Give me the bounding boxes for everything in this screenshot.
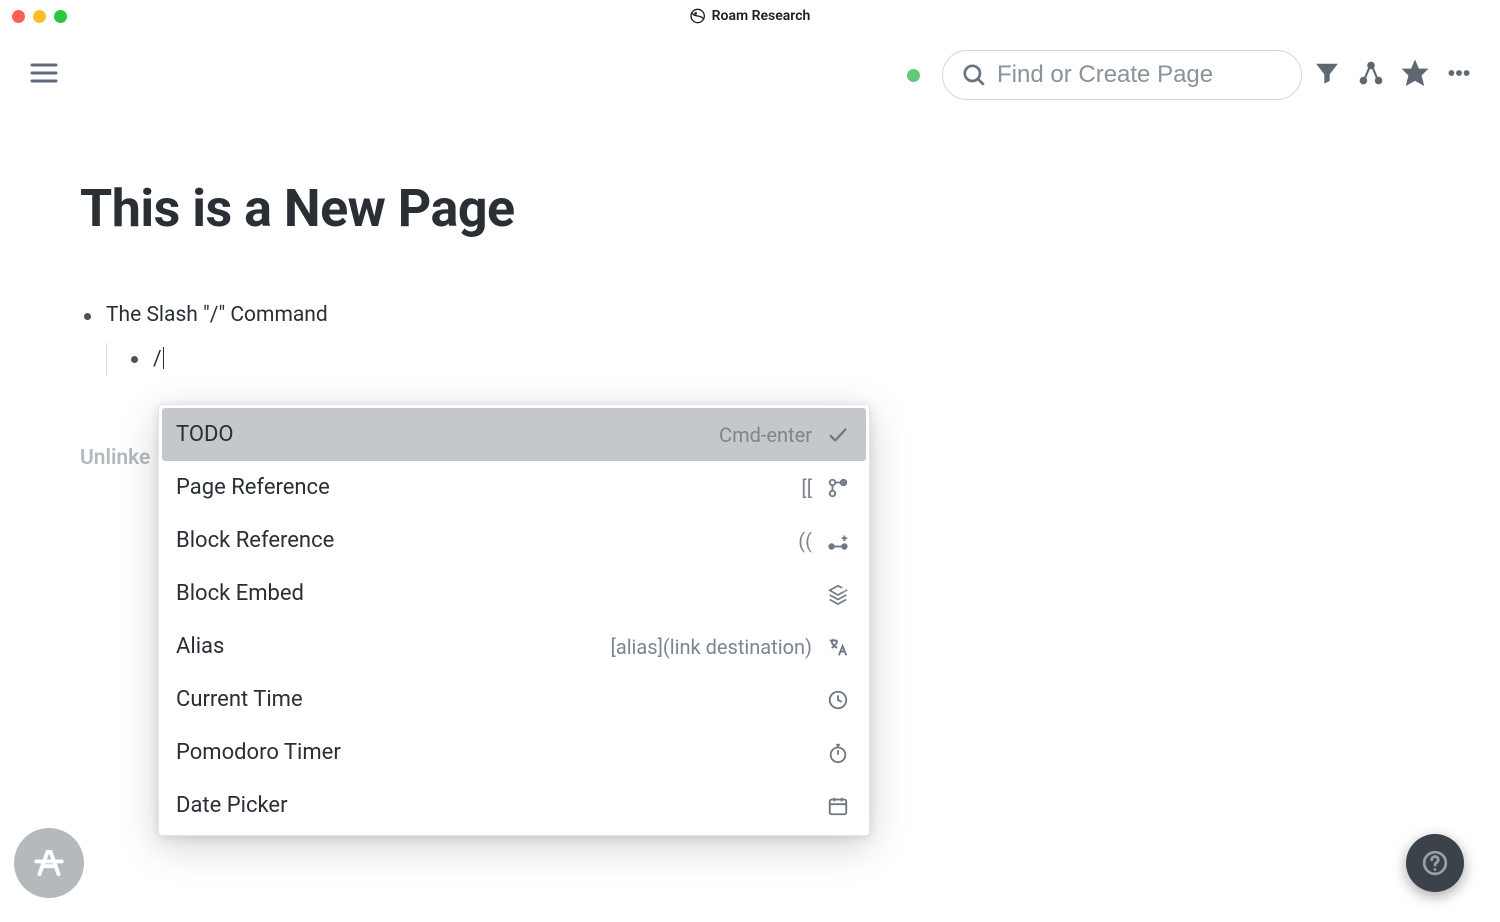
filter-icon <box>1314 60 1340 86</box>
slash-item-hint: (( <box>798 529 812 553</box>
slash-menu-item-todo[interactable]: TODO Cmd-enter <box>162 408 866 461</box>
favorite-button[interactable] <box>1402 60 1428 90</box>
graph-icon <box>1358 60 1384 86</box>
slash-menu-item-pomodoro[interactable]: Pomodoro Timer <box>162 726 866 779</box>
slash-item-label: Pomodoro Timer <box>176 740 812 765</box>
translate-icon <box>826 635 850 659</box>
search-icon <box>961 62 987 88</box>
roam-logo-button[interactable] <box>14 828 84 898</box>
app-title: Roam Research <box>712 8 811 24</box>
branch-icon <box>826 476 850 500</box>
hamburger-icon <box>28 57 60 89</box>
layers-icon <box>826 582 850 606</box>
block-item[interactable]: The Slash "/" Command / <box>80 299 1420 376</box>
more-icon <box>1446 60 1472 86</box>
more-button[interactable] <box>1446 60 1472 90</box>
text-cursor <box>163 347 164 369</box>
nested-block-list: / <box>106 343 1420 377</box>
graph-button[interactable] <box>1358 60 1384 90</box>
slash-item-label: Page Reference <box>176 475 801 500</box>
slash-command-menu: TODO Cmd-enter Page Reference [[ Block R… <box>158 404 870 836</box>
slash-item-hint: Cmd-enter <box>719 423 812 447</box>
clock-icon <box>826 688 850 712</box>
topbar-actions <box>1314 60 1472 90</box>
slash-item-hint: [[ <box>801 476 812 500</box>
app-logo-icon <box>690 8 706 24</box>
slash-item-hint: [alias](link destination) <box>611 635 812 659</box>
window-close-button[interactable] <box>12 10 25 23</box>
search-input[interactable] <box>997 61 1283 89</box>
slash-item-label: Block Reference <box>176 528 798 553</box>
block-item[interactable]: / <box>127 343 1420 377</box>
slash-item-label: Current Time <box>176 687 812 712</box>
window-controls <box>12 10 67 23</box>
block-outline: The Slash "/" Command / <box>80 299 1420 376</box>
sidebar-toggle-button[interactable] <box>28 57 60 93</box>
titlebar-title: Roam Research <box>690 8 811 24</box>
window-minimize-button[interactable] <box>33 10 46 23</box>
titlebar: Roam Research <box>0 0 1500 32</box>
connect-icon <box>826 529 850 553</box>
slash-item-label: TODO <box>176 422 719 447</box>
help-button[interactable] <box>1406 834 1464 892</box>
slash-item-label: Block Embed <box>176 581 812 606</box>
stopwatch-icon <box>826 741 850 765</box>
block-text: The Slash "/" Command <box>106 303 328 327</box>
check-icon <box>826 423 850 447</box>
topbar <box>0 32 1500 118</box>
star-icon <box>1402 60 1428 86</box>
slash-menu-item-block-embed[interactable]: Block Embed <box>162 567 866 620</box>
window-maximize-button[interactable] <box>54 10 67 23</box>
calendar-icon <box>826 794 850 818</box>
slash-item-label: Date Picker <box>176 793 812 818</box>
slash-menu-item-block-reference[interactable]: Block Reference (( <box>162 514 866 567</box>
page-title[interactable]: This is a New Page <box>80 178 1420 239</box>
slash-menu-item-current-time[interactable]: Current Time <box>162 673 866 726</box>
slash-item-label: Alias <box>176 634 611 659</box>
filter-button[interactable] <box>1314 60 1340 90</box>
help-icon <box>1422 850 1448 876</box>
block-text: / <box>153 347 162 371</box>
sync-status-indicator[interactable] <box>907 69 920 82</box>
slash-menu-item-page-reference[interactable]: Page Reference [[ <box>162 461 866 514</box>
slash-menu-item-date-picker[interactable]: Date Picker <box>162 779 866 832</box>
roam-a-icon <box>30 844 68 882</box>
slash-menu-item-alias[interactable]: Alias [alias](link destination) <box>162 620 866 673</box>
search-box[interactable] <box>942 50 1302 100</box>
